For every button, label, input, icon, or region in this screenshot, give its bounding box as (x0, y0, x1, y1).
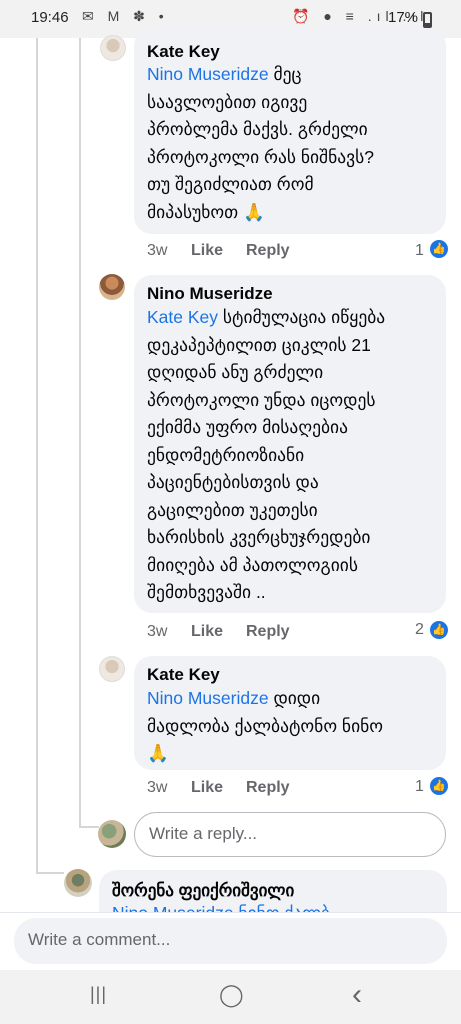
comment-text: Nino Museridze მეც საავლოებით იგივე პრობ… (147, 61, 442, 226)
back-icon[interactable]: ‹ (352, 978, 362, 1012)
mention-link[interactable]: Nino Museridze (147, 64, 269, 84)
comment-time[interactable]: 3w (147, 242, 167, 260)
like-button[interactable]: Like (191, 779, 223, 797)
comment-body: სტიმულაცია იწყება დეკაპეპტილით ციკლის 21… (147, 307, 386, 602)
comment-author[interactable]: Nino Museridze (147, 284, 273, 304)
mention-link[interactable]: Nino Museridze (147, 688, 269, 708)
comment-time[interactable]: 3w (147, 779, 167, 797)
battery-percent: 17% (388, 9, 419, 26)
like-button[interactable]: Like (191, 242, 223, 260)
comment-author[interactable]: Kate Key (147, 665, 220, 685)
system-navigation-bar: ||| ◯ ‹ (0, 970, 461, 1024)
status-time: 19:46 (31, 9, 69, 26)
comment-author[interactable]: Kate Key (147, 42, 220, 62)
avatar[interactable] (64, 869, 92, 897)
mention-link[interactable]: Kate Key (147, 307, 218, 327)
thumbs-up-icon: 👍 (429, 239, 449, 259)
thread-line-branch (36, 872, 64, 874)
reply-input[interactable]: Write a reply... (134, 812, 446, 857)
avatar[interactable] (100, 35, 126, 61)
home-icon[interactable]: ◯ (219, 982, 244, 1008)
reply-button[interactable]: Reply (246, 242, 290, 260)
thumbs-up-icon: 👍 (429, 776, 449, 796)
reply-button[interactable]: Reply (246, 623, 290, 641)
comment-text: Nino Museridze დიდი მადლობა ქალბატონო ნი… (147, 685, 442, 768)
notification-icons: ✉ M ✽ • (82, 8, 169, 24)
avatar[interactable] (99, 656, 125, 682)
like-count[interactable]: 2 (415, 621, 424, 639)
comment-text: Kate Key სტიმულაცია იწყება დეკაპეპტილით … (147, 304, 442, 607)
thumbs-up-icon: 👍 (429, 620, 449, 640)
thread-line-outer (36, 38, 38, 873)
thread-line-branch (79, 826, 99, 828)
battery-icon (423, 12, 432, 28)
current-user-avatar (98, 820, 126, 848)
reply-button[interactable]: Reply (246, 779, 290, 797)
thread-line-inner (79, 38, 81, 828)
comment-author[interactable]: შორენა ფეიქრიშვილი (112, 881, 294, 901)
comment-input[interactable]: Write a comment... (14, 918, 447, 964)
recent-apps-icon[interactable]: ||| (90, 984, 107, 1005)
avatar[interactable] (99, 274, 125, 300)
like-button[interactable]: Like (191, 623, 223, 641)
like-count[interactable]: 1 (415, 778, 424, 796)
comment-time[interactable]: 3w (147, 623, 167, 641)
like-count[interactable]: 1 (415, 242, 424, 260)
comment-body: მეც საავლოებით იგივე პრობლემა მაქვს. გრძ… (147, 64, 374, 222)
